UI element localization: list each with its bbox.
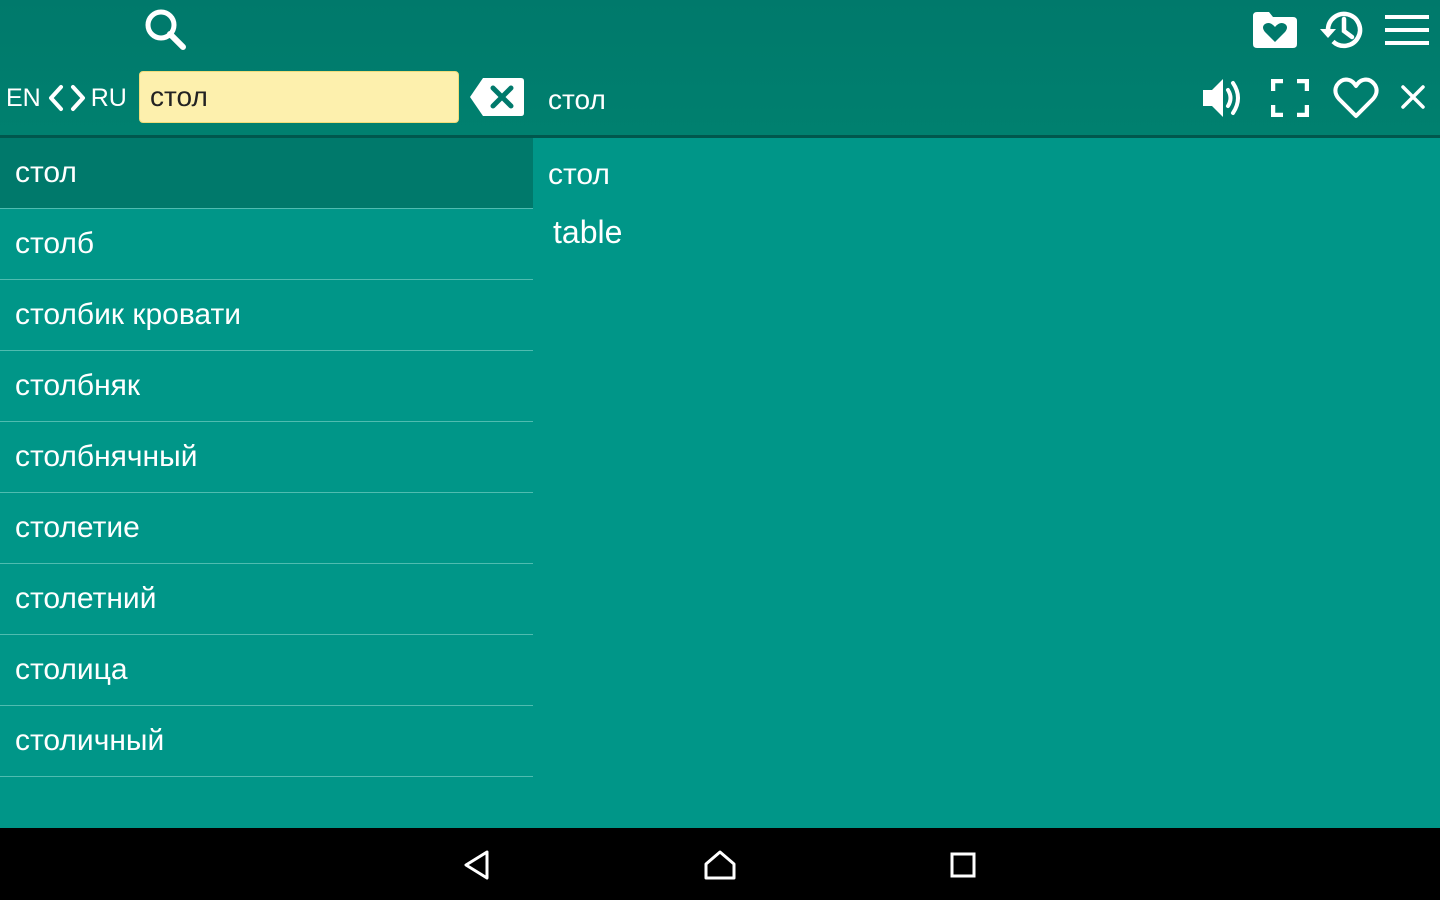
header-word: стол bbox=[548, 84, 606, 115]
close-icon[interactable] bbox=[1396, 80, 1430, 114]
language-switcher[interactable]: EN RU bbox=[6, 80, 127, 116]
chevron-right-icon bbox=[70, 85, 85, 111]
search-input[interactable] bbox=[139, 71, 459, 123]
speaker-icon[interactable] bbox=[1199, 74, 1249, 122]
word-list-item[interactable]: столбик кровати bbox=[0, 280, 533, 351]
word-list-item[interactable]: столб bbox=[0, 209, 533, 280]
word-list-item[interactable]: столбнячный bbox=[0, 422, 533, 493]
word-list: стол столб столбик кровати столбняк стол… bbox=[0, 138, 533, 828]
source-language: EN bbox=[6, 83, 41, 112]
fullscreen-icon[interactable] bbox=[1268, 76, 1312, 120]
search-icon[interactable] bbox=[140, 6, 190, 52]
word-list-item[interactable]: столбняк bbox=[0, 351, 533, 422]
target-language: RU bbox=[90, 83, 127, 112]
heart-icon[interactable] bbox=[1330, 74, 1382, 122]
clear-search-button[interactable] bbox=[469, 76, 525, 118]
back-icon[interactable] bbox=[452, 842, 502, 888]
chevron-left-icon bbox=[48, 85, 63, 111]
home-icon[interactable] bbox=[695, 842, 745, 888]
word-list-item[interactable]: столичный bbox=[0, 706, 533, 777]
history-icon[interactable] bbox=[1314, 5, 1368, 55]
favorites-folder-icon[interactable] bbox=[1249, 8, 1301, 52]
word-list-item[interactable]: столица bbox=[0, 635, 533, 706]
top-bar: EN RU стол bbox=[0, 0, 1440, 135]
entry-translation: table bbox=[553, 214, 623, 250]
word-list-item-selected[interactable]: стол bbox=[0, 138, 533, 209]
entry-headword: стол bbox=[548, 158, 610, 191]
word-list-item[interactable]: столетие bbox=[0, 493, 533, 564]
word-list-item[interactable]: столетний bbox=[0, 564, 533, 635]
menu-icon[interactable] bbox=[1384, 10, 1430, 50]
system-nav-bar bbox=[0, 828, 1440, 900]
recents-icon[interactable] bbox=[938, 842, 988, 888]
